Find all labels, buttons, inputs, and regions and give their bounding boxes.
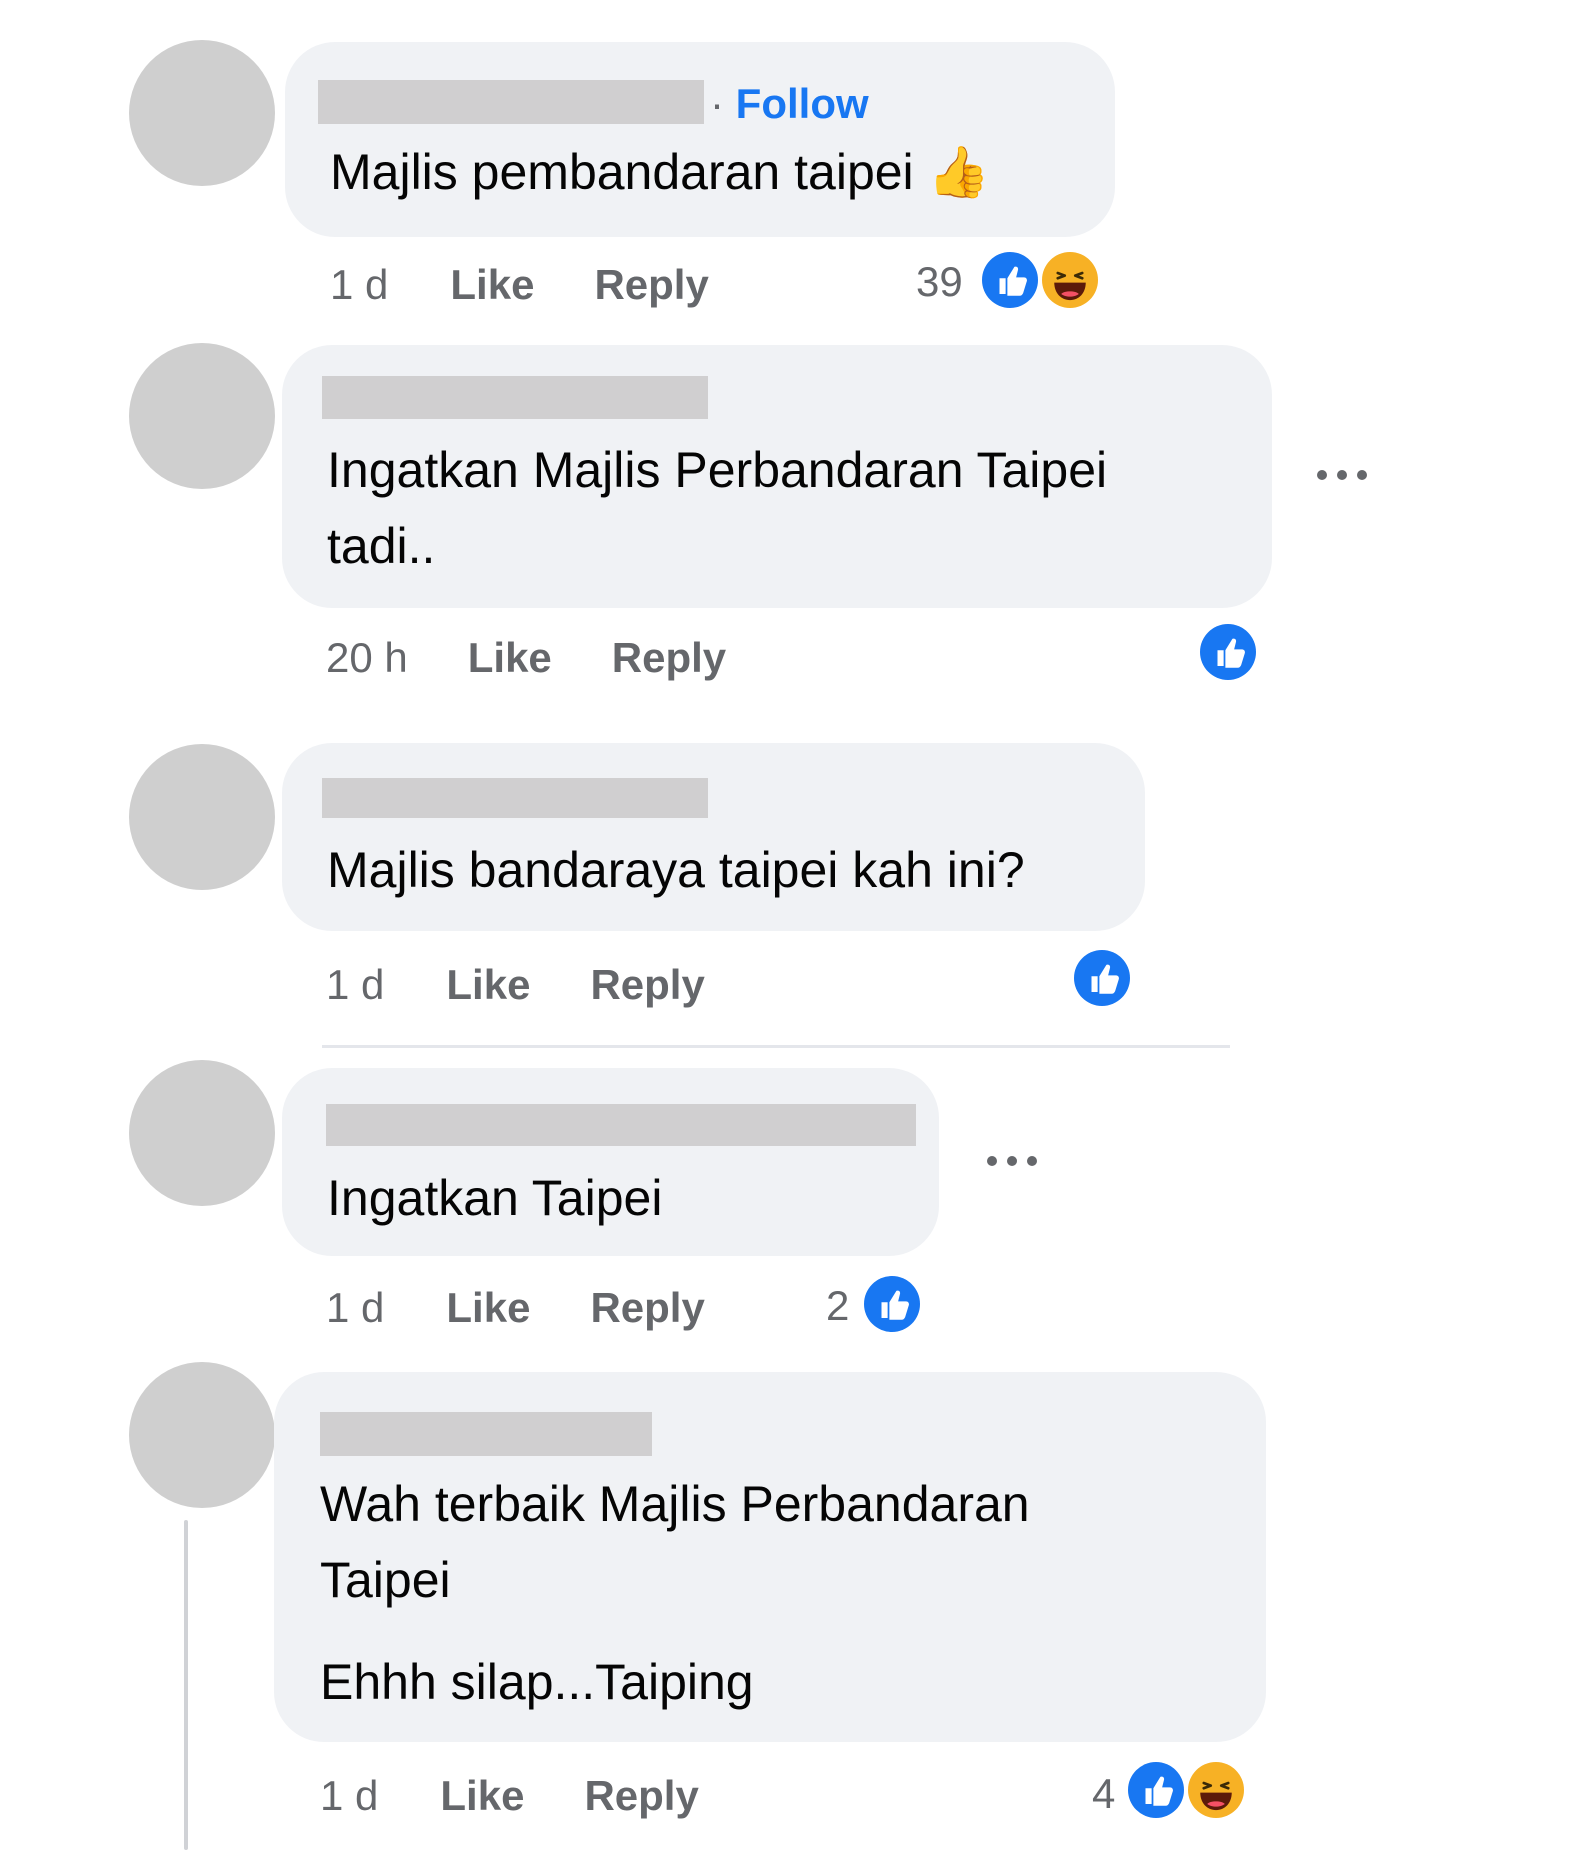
comment-time[interactable]: 1 d bbox=[320, 1772, 378, 1819]
reaction-count[interactable]: 2 bbox=[826, 1280, 849, 1332]
comment-meta: 1 d Like Reply bbox=[326, 959, 705, 1011]
like-button[interactable]: Like bbox=[468, 634, 552, 681]
comment-time[interactable]: 1 d bbox=[326, 961, 384, 1008]
avatar[interactable] bbox=[129, 1362, 275, 1508]
redacted-author-name bbox=[318, 80, 704, 124]
comment-meta: 1 d Like Reply bbox=[320, 1770, 699, 1822]
redacted-author-name bbox=[320, 1412, 652, 1456]
comment-text-line: Ehhh silap...Taiping bbox=[320, 1654, 754, 1710]
like-button[interactable]: Like bbox=[446, 1284, 530, 1331]
redacted-author-name bbox=[326, 1104, 916, 1146]
comment-text-line: Taipei bbox=[320, 1552, 451, 1608]
avatar[interactable] bbox=[129, 40, 275, 186]
comment-text: Wah terbaik Majlis Perbandaran Taipei Eh… bbox=[320, 1466, 1030, 1720]
avatar[interactable] bbox=[129, 744, 275, 890]
haha-icon[interactable] bbox=[1038, 248, 1102, 312]
reply-button[interactable]: Reply bbox=[612, 634, 726, 681]
like-button[interactable]: Like bbox=[446, 961, 530, 1008]
like-button[interactable]: Like bbox=[450, 261, 534, 308]
comment-text-line: tadi.. bbox=[327, 518, 436, 574]
comment-text: Majlis pembandaran taipei 👍 bbox=[330, 134, 990, 210]
like-icon[interactable] bbox=[1070, 946, 1134, 1010]
redacted-author-name bbox=[322, 778, 708, 818]
comment-text: Majlis bandaraya taipei kah ini? bbox=[327, 832, 1025, 908]
follow-link[interactable]: Follow bbox=[736, 80, 869, 127]
haha-icon[interactable] bbox=[1184, 1758, 1248, 1822]
comment-meta: 20 h Like Reply bbox=[326, 632, 726, 684]
comment-text-line: Wah terbaik Majlis Perbandaran bbox=[320, 1476, 1030, 1532]
reaction-count[interactable]: 4 bbox=[1092, 1768, 1115, 1820]
follow-row: · Follow bbox=[710, 78, 869, 130]
follow-separator: · bbox=[710, 80, 724, 127]
reply-button[interactable]: Reply bbox=[584, 1772, 698, 1819]
comment-text-line: Majlis pembandaran taipei 👍 bbox=[330, 144, 990, 200]
reply-button[interactable]: Reply bbox=[590, 1284, 704, 1331]
redacted-author-name bbox=[322, 376, 708, 419]
more-options-icon[interactable] bbox=[1312, 465, 1372, 485]
more-options-icon[interactable] bbox=[982, 1151, 1042, 1171]
like-icon[interactable] bbox=[1196, 620, 1260, 684]
reply-button[interactable]: Reply bbox=[594, 261, 708, 308]
divider bbox=[322, 1045, 1230, 1048]
reaction-count[interactable]: 39 bbox=[916, 256, 963, 308]
thread-line bbox=[184, 1520, 188, 1850]
comment-text: Ingatkan Majlis Perbandaran Taipei tadi.… bbox=[327, 432, 1107, 584]
comment-time[interactable]: 1 d bbox=[330, 261, 388, 308]
like-icon[interactable] bbox=[1124, 1758, 1188, 1822]
comment-text: Ingatkan Taipei bbox=[327, 1160, 662, 1236]
comment-time[interactable]: 1 d bbox=[326, 1284, 384, 1331]
like-icon[interactable] bbox=[860, 1272, 924, 1336]
comment-text-line: Ingatkan Majlis Perbandaran Taipei bbox=[327, 442, 1108, 498]
reply-button[interactable]: Reply bbox=[590, 961, 704, 1008]
like-icon[interactable] bbox=[978, 248, 1042, 312]
comment-time[interactable]: 20 h bbox=[326, 634, 408, 681]
avatar[interactable] bbox=[129, 343, 275, 489]
avatar[interactable] bbox=[129, 1060, 275, 1206]
like-button[interactable]: Like bbox=[440, 1772, 524, 1819]
comment-meta: 1 d Like Reply bbox=[330, 259, 709, 311]
comment-text-line: Majlis bandaraya taipei kah ini? bbox=[327, 842, 1025, 898]
comment-meta: 1 d Like Reply bbox=[326, 1282, 705, 1334]
comment-text-line: Ingatkan Taipei bbox=[327, 1170, 663, 1226]
